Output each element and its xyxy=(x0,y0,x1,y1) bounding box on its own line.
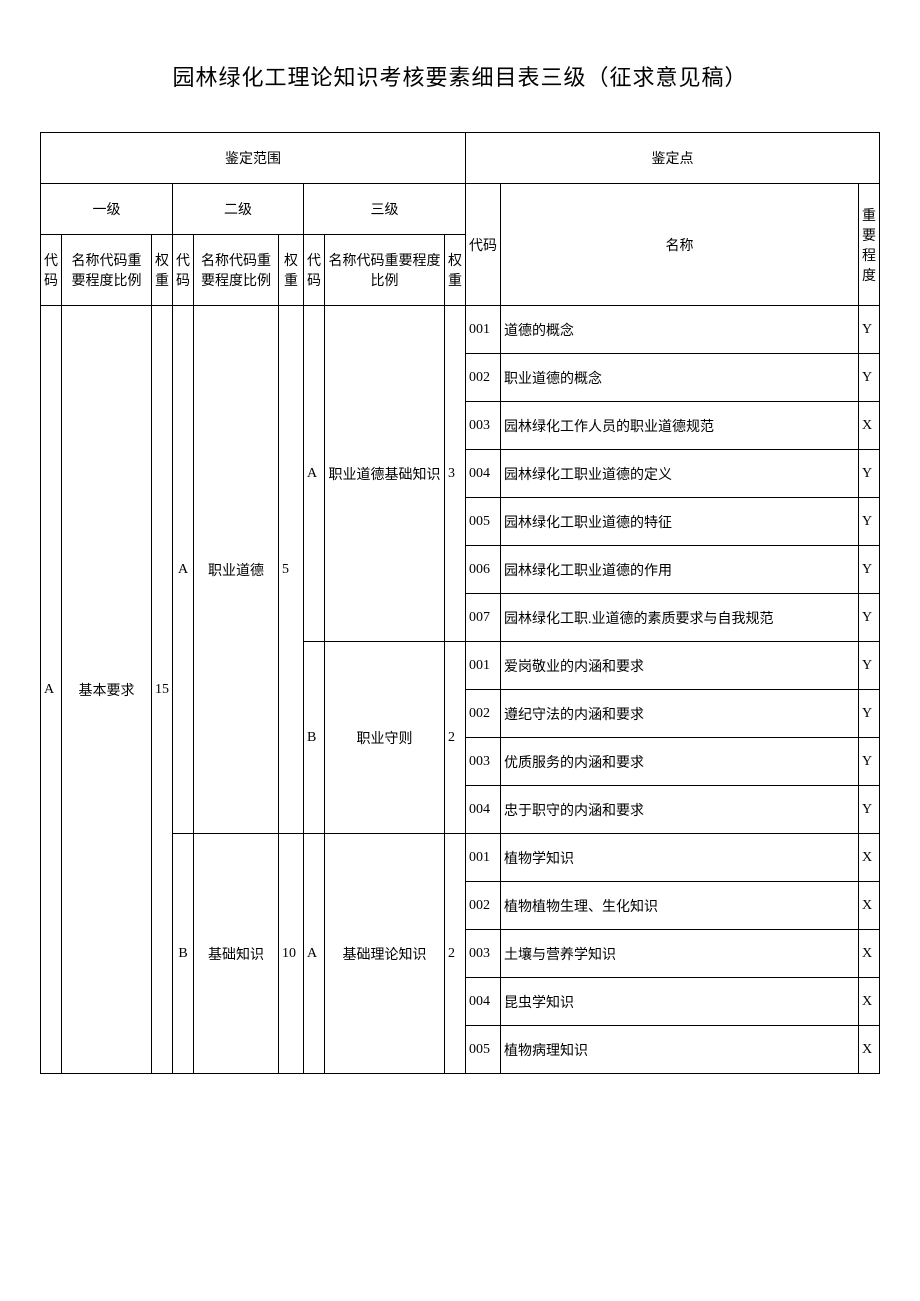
l2-name: 基础知识 xyxy=(194,834,279,1074)
point-code: 003 xyxy=(466,930,501,978)
l2-weight: 10 xyxy=(279,834,304,1074)
point-level: X xyxy=(859,978,880,1026)
header-point-level: 重要程度 xyxy=(859,184,880,306)
point-code: 001 xyxy=(466,306,501,354)
point-code: 002 xyxy=(466,690,501,738)
point-level: Y xyxy=(859,354,880,402)
point-code: 004 xyxy=(466,786,501,834)
point-name: 爱岗敬业的内涵和要求 xyxy=(501,642,859,690)
header-point-code: 代码 xyxy=(466,184,501,306)
l1-weight: 15 xyxy=(152,306,173,1074)
point-name: 植物病理知识 xyxy=(501,1026,859,1074)
l1-code: A xyxy=(41,306,62,1074)
header-l2-weight: 权重 xyxy=(279,235,304,306)
l3-weight: 2 xyxy=(445,834,466,1074)
l2-name: 职业道德 xyxy=(194,306,279,834)
point-code: 006 xyxy=(466,546,501,594)
point-code: 005 xyxy=(466,1026,501,1074)
point-code: 003 xyxy=(466,402,501,450)
point-level: Y xyxy=(859,738,880,786)
header-l3-name: 名称代码重要程度比例 xyxy=(325,235,445,306)
point-level: Y xyxy=(859,498,880,546)
l2-weight: 5 xyxy=(279,306,304,834)
point-level: Y xyxy=(859,306,880,354)
point-level: X xyxy=(859,930,880,978)
point-level: Y xyxy=(859,690,880,738)
l3-weight: 2 xyxy=(445,642,466,834)
point-level: Y xyxy=(859,594,880,642)
header-point-name: 名称 xyxy=(501,184,859,306)
point-code: 004 xyxy=(466,450,501,498)
point-level: Y xyxy=(859,642,880,690)
point-name: 园林绿化工作人员的职业道德规范 xyxy=(501,402,859,450)
l3-code: B xyxy=(304,642,325,834)
point-level: Y xyxy=(859,450,880,498)
header-l1-code: 代码 xyxy=(41,235,62,306)
l2-code: B xyxy=(173,834,194,1074)
point-name: 园林绿化工职业道德的特征 xyxy=(501,498,859,546)
point-name: 土壤与营养学知识 xyxy=(501,930,859,978)
point-name: 遵纪守法的内涵和要求 xyxy=(501,690,859,738)
point-name: 昆虫学知识 xyxy=(501,978,859,1026)
point-level: X xyxy=(859,882,880,930)
header-l1-weight: 权重 xyxy=(152,235,173,306)
point-level: Y xyxy=(859,786,880,834)
l2-code: A xyxy=(173,306,194,834)
header-l2-name: 名称代码重要程度比例 xyxy=(194,235,279,306)
header-l3-weight: 权重 xyxy=(445,235,466,306)
point-name: 优质服务的内涵和要求 xyxy=(501,738,859,786)
point-name: 园林绿化工职业道德的作用 xyxy=(501,546,859,594)
header-point: 鉴定点 xyxy=(466,133,880,184)
point-name: 植物植物生理、生化知识 xyxy=(501,882,859,930)
point-name: 道德的概念 xyxy=(501,306,859,354)
point-name: 植物学知识 xyxy=(501,834,859,882)
header-scope: 鉴定范围 xyxy=(41,133,466,184)
l3-code: A xyxy=(304,306,325,642)
l3-name: 职业道德基础知识 xyxy=(325,306,445,642)
header-l3-code: 代码 xyxy=(304,235,325,306)
point-code: 003 xyxy=(466,738,501,786)
point-code: 001 xyxy=(466,834,501,882)
header-l1-name: 名称代码重要程度比例 xyxy=(62,235,152,306)
l3-name: 基础理论知识 xyxy=(325,834,445,1074)
point-code: 007 xyxy=(466,594,501,642)
point-level: X xyxy=(859,402,880,450)
point-code: 004 xyxy=(466,978,501,1026)
header-level3: 三级 xyxy=(304,184,466,235)
point-code: 002 xyxy=(466,354,501,402)
header-level1: 一级 xyxy=(41,184,173,235)
header-level2: 二级 xyxy=(173,184,304,235)
point-name: 园林绿化工职.业道德的素质要求与自我规范 xyxy=(501,594,859,642)
table-row: A 基本要求 15 A 职业道德 5 A 职业道德基础知识 3 001 道德的概… xyxy=(41,306,880,354)
point-code: 001 xyxy=(466,642,501,690)
l3-code: A xyxy=(304,834,325,1074)
point-level: X xyxy=(859,1026,880,1074)
document-title: 园林绿化工理论知识考核要素细目表三级（征求意见稿） xyxy=(40,60,880,92)
header-l2-code: 代码 xyxy=(173,235,194,306)
l3-name: 职业守则 xyxy=(325,642,445,834)
point-code: 002 xyxy=(466,882,501,930)
point-level: X xyxy=(859,834,880,882)
point-name: 忠于职守的内涵和要求 xyxy=(501,786,859,834)
point-name: 职业道德的概念 xyxy=(501,354,859,402)
assessment-table: 鉴定范围 鉴定点 一级 二级 三级 代码 名称 重要程度 代码 名称代码重要程度… xyxy=(40,132,880,1074)
point-level: Y xyxy=(859,546,880,594)
l1-name: 基本要求 xyxy=(62,306,152,1074)
point-code: 005 xyxy=(466,498,501,546)
point-name: 园林绿化工职业道德的定义 xyxy=(501,450,859,498)
l3-weight: 3 xyxy=(445,306,466,642)
